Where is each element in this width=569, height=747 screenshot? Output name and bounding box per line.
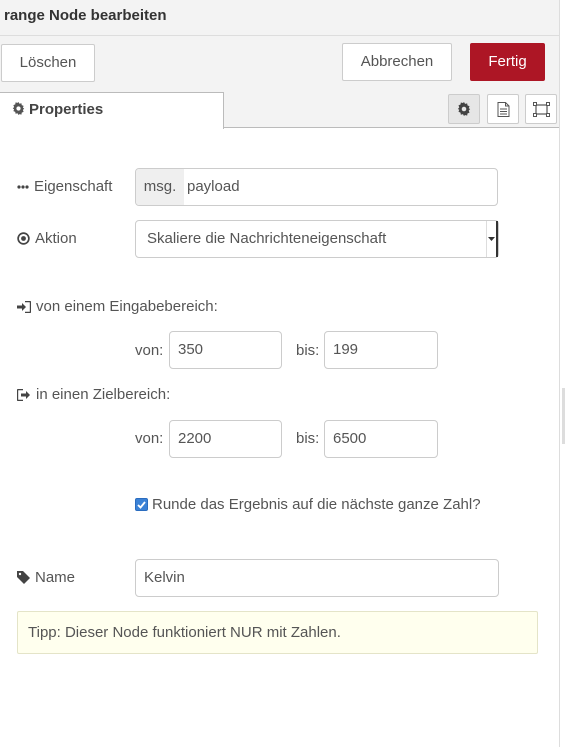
tray-title: range Node bearbeiten	[4, 7, 167, 24]
panel-resize-handle[interactable]	[562, 388, 565, 444]
action-label: Aktion	[17, 230, 77, 247]
property-typed-input[interactable]: msg. payload	[135, 168, 498, 206]
name-label: Name	[17, 569, 75, 586]
input-range-label-text: von einem Eingabebereich:	[36, 298, 218, 315]
name-label-text: Name	[35, 569, 76, 586]
target-to-label: bis:	[296, 430, 320, 447]
edit-tray: range Node bearbeiten Löschen Abbrechen …	[0, 0, 559, 747]
done-button[interactable]: Fertig	[470, 43, 545, 81]
tab-appearance-button[interactable]	[525, 94, 557, 124]
target-from-field[interactable]: 2200	[169, 420, 282, 458]
tab-settings-button[interactable]	[448, 94, 480, 124]
tip-box: Tipp: Dieser Node funktioniert NUR mit Z…	[17, 611, 538, 654]
property-type-prefix[interactable]: msg.	[136, 169, 184, 205]
tab-properties-label: Properties	[29, 101, 104, 118]
property-label-text: Eigenschaft	[34, 178, 113, 195]
name-field[interactable]: Kelvin	[135, 559, 499, 597]
caret-down-icon	[488, 237, 495, 241]
check-icon	[137, 500, 146, 509]
appearance-icon	[532, 101, 550, 117]
round-checkbox-label[interactable]: Runde das Ergebnis auf die nächste ganze…	[152, 496, 481, 513]
gear-icon	[457, 102, 471, 116]
target-range-label-text: in einen Zielbereich:	[36, 386, 171, 403]
delete-button[interactable]: Löschen	[1, 44, 95, 82]
ellipsis-icon	[17, 184, 29, 189]
input-from-label: von:	[135, 342, 164, 359]
gear-icon	[12, 102, 25, 115]
input-to-label: bis:	[296, 342, 320, 359]
target-range-label: in einen Zielbereich:	[17, 386, 170, 403]
panel-resize-bar[interactable]	[559, 0, 569, 747]
tray-header: range Node bearbeiten	[0, 0, 559, 36]
tab-description-button[interactable]	[487, 94, 519, 124]
action-select[interactable]: Skaliere die Nachrichteneigenschaft	[135, 220, 499, 258]
select-caret	[486, 221, 498, 257]
tab-properties[interactable]: Properties	[0, 92, 224, 129]
input-from-field[interactable]: 350	[169, 331, 282, 369]
tag-icon	[17, 571, 30, 584]
target-from-label: von:	[135, 430, 164, 447]
sign-out-icon	[17, 388, 30, 401]
property-label: Eigenschaft	[17, 178, 112, 195]
dot-circle-icon	[17, 232, 30, 245]
round-checkbox-row: Runde das Ergebnis auf die nächste ganze…	[135, 496, 481, 513]
target-to-field[interactable]: 6500	[324, 420, 438, 458]
cancel-button[interactable]: Abbrechen	[342, 43, 452, 81]
property-value[interactable]: payload	[187, 169, 240, 205]
action-label-text: Aktion	[35, 230, 77, 247]
tab-bar: Properties	[0, 84, 559, 129]
input-to-field[interactable]: 199	[324, 331, 438, 369]
tray-toolbar: Löschen Abbrechen Fertig	[0, 36, 559, 84]
round-checkbox[interactable]	[135, 498, 148, 511]
sign-in-icon	[17, 300, 31, 313]
description-icon	[497, 101, 509, 117]
input-range-label: von einem Eingabebereich:	[17, 298, 218, 315]
action-selected-value: Skaliere die Nachrichteneigenschaft	[147, 230, 387, 247]
